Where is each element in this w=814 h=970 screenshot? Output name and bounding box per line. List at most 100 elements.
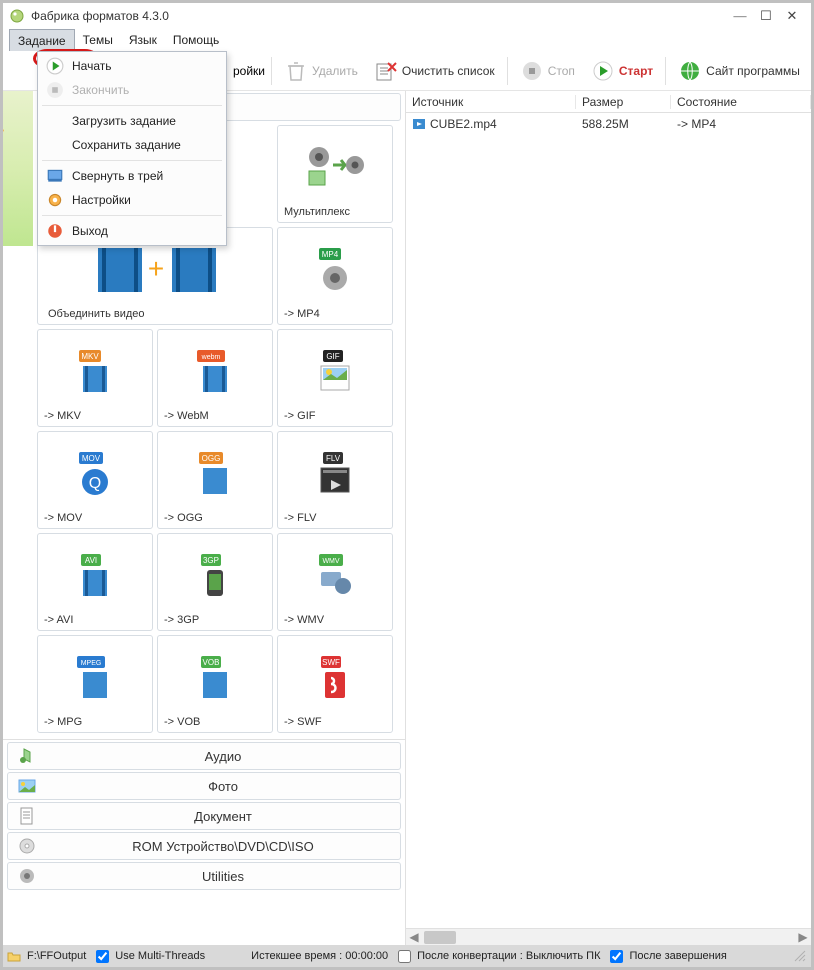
dropdown-tray-label: Свернуть в трей [72, 169, 163, 183]
stop-icon [520, 59, 544, 83]
vob-icon: VOB [160, 640, 270, 716]
dropdown-settings-label: Настройки [72, 193, 131, 207]
bottom-categories: Аудио Фото Документ ROM Устройство\DVD\C… [3, 739, 405, 890]
output-path[interactable]: F:\FFOutput [27, 950, 86, 962]
multithreads-label: Use Multi-Threads [115, 950, 205, 962]
mp4-icon: MP4 [280, 232, 390, 308]
dropdown-start[interactable]: Начать [40, 54, 224, 78]
video-file-icon [412, 117, 426, 131]
disc-icon [18, 837, 36, 855]
menu-task[interactable]: Задание [9, 29, 75, 51]
maximize-button[interactable]: ☐ [753, 6, 779, 26]
tile-mov[interactable]: MOVQ -> MOV [37, 431, 153, 529]
gif-icon: GIF [280, 334, 390, 410]
close-button[interactable]: ✕ [779, 6, 805, 26]
dropdown-separator [42, 105, 222, 106]
after-done-checkbox[interactable]: После завершения [606, 947, 726, 966]
horizontal-scrollbar[interactable]: ◀ ▶ [406, 928, 811, 945]
clear-list-icon [374, 59, 398, 83]
tile-vob-label: -> VOB [160, 716, 200, 728]
delete-icon [284, 59, 308, 83]
3gp-icon: 3GP [160, 538, 270, 614]
file-row[interactable]: CUBE2.mp4 588.25M -> MP4 [406, 113, 811, 135]
category-utilities[interactable]: Utilities [7, 862, 401, 890]
svg-text:MKV: MKV [81, 352, 99, 361]
category-photo-label: Фото [46, 779, 400, 794]
dropdown-load-task[interactable]: Загрузить задание [40, 109, 224, 133]
tile-avi[interactable]: AVI -> AVI [37, 533, 153, 631]
tile-swf[interactable]: SWF -> SWF [277, 635, 393, 733]
svg-text:MPEG: MPEG [81, 660, 102, 667]
after-convert-checkbox[interactable]: После конвертации : Выключить ПК [394, 947, 600, 966]
tile-flv-label: -> FLV [280, 512, 317, 524]
tile-mpg[interactable]: MPEG -> MPG [37, 635, 153, 733]
category-audio-label: Аудио [46, 749, 400, 764]
tile-mp4[interactable]: MP4 -> MP4 [277, 227, 393, 325]
toolbar-start[interactable]: Старт [585, 55, 659, 87]
tile-ogg-label: -> OGG [160, 512, 203, 524]
tile-flv[interactable]: FLV -> FLV [277, 431, 393, 529]
toolbar-start-label: Старт [619, 64, 653, 78]
tray-icon [46, 167, 64, 185]
minimize-button[interactable]: — [727, 6, 753, 26]
mkv-icon: MKV [40, 334, 150, 410]
toolbar-separator [665, 57, 666, 85]
category-photo[interactable]: Фото [7, 772, 401, 800]
folder-icon[interactable] [7, 949, 21, 963]
scrollbar-thumb[interactable] [424, 931, 456, 944]
multithreads-input[interactable] [96, 950, 109, 963]
menu-help[interactable]: Помощь [165, 29, 227, 51]
category-audio[interactable]: Аудио [7, 742, 401, 770]
play-icon [46, 57, 64, 75]
file-state: -> MP4 [671, 117, 811, 131]
after-convert-label: После конвертации : Выключить ПК [417, 950, 600, 962]
tile-vob[interactable]: VOB -> VOB [157, 635, 273, 733]
tile-gif[interactable]: GIF -> GIF [277, 329, 393, 427]
tile-mpg-label: -> MPG [40, 716, 82, 728]
tile-mkv[interactable]: MKV -> MKV [37, 329, 153, 427]
dropdown-finish-label: Закончить [72, 83, 129, 97]
file-panel: Источник Размер Состояние CUBE2.mp4 588.… [406, 91, 811, 945]
dropdown-exit-label: Выход [72, 224, 108, 238]
resize-grip[interactable] [793, 949, 807, 963]
app-icon [9, 8, 25, 24]
dropdown-finish: Закончить [40, 78, 224, 102]
toolbar-delete[interactable]: Удалить [278, 55, 364, 87]
tile-webm[interactable]: webm -> WebM [157, 329, 273, 427]
dropdown-separator [42, 215, 222, 216]
col-header-size[interactable]: Размер [576, 95, 671, 109]
toolbar-settings-partial: ройки [233, 64, 265, 78]
avi-icon: AVI [40, 538, 150, 614]
category-document[interactable]: Документ [7, 802, 401, 830]
tile-wmv[interactable]: WMV -> WMV [277, 533, 393, 631]
titlebar: Фабрика форматов 4.3.0 — ☐ ✕ [3, 3, 811, 29]
webm-icon: webm [160, 334, 270, 410]
dropdown-tray[interactable]: Свернуть в трей [40, 164, 224, 188]
col-header-source[interactable]: Источник [406, 95, 576, 109]
start-icon [591, 59, 615, 83]
col-header-state[interactable]: Состояние [671, 95, 811, 109]
after-done-label: После завершения [629, 950, 726, 962]
multithreads-checkbox[interactable]: Use Multi-Threads [92, 947, 205, 966]
dropdown-settings[interactable]: Настройки [40, 188, 224, 212]
menu-language[interactable]: Язык [121, 29, 165, 51]
menu-themes[interactable]: Темы [75, 29, 121, 51]
mpg-icon: MPEG [40, 640, 150, 716]
toolbar-clear[interactable]: Очистить список [368, 55, 501, 87]
dropdown-save-task[interactable]: Сохранить задание [40, 133, 224, 157]
tile-mux[interactable]: Мультиплекс [277, 125, 393, 223]
after-convert-input[interactable] [398, 950, 411, 963]
toolbar-clear-label: Очистить список [402, 64, 495, 78]
elapsed-time: Истекшее время : 00:00:00 [251, 950, 388, 962]
statusbar: F:\FFOutput Use Multi-Threads Истекшее в… [3, 945, 811, 967]
toolbar-separator [507, 57, 508, 85]
tile-join-label: Объединить видео [44, 308, 145, 320]
tile-3gp[interactable]: 3GP -> 3GP [157, 533, 273, 631]
file-name: CUBE2.mp4 [430, 117, 497, 131]
toolbar-stop[interactable]: Стоп [514, 55, 581, 87]
tile-ogg[interactable]: OGG -> OGG [157, 431, 273, 529]
toolbar-website[interactable]: Сайт программы [672, 55, 806, 87]
after-done-input[interactable] [610, 950, 623, 963]
dropdown-exit[interactable]: Выход [40, 219, 224, 243]
category-rom[interactable]: ROM Устройство\DVD\CD\ISO [7, 832, 401, 860]
